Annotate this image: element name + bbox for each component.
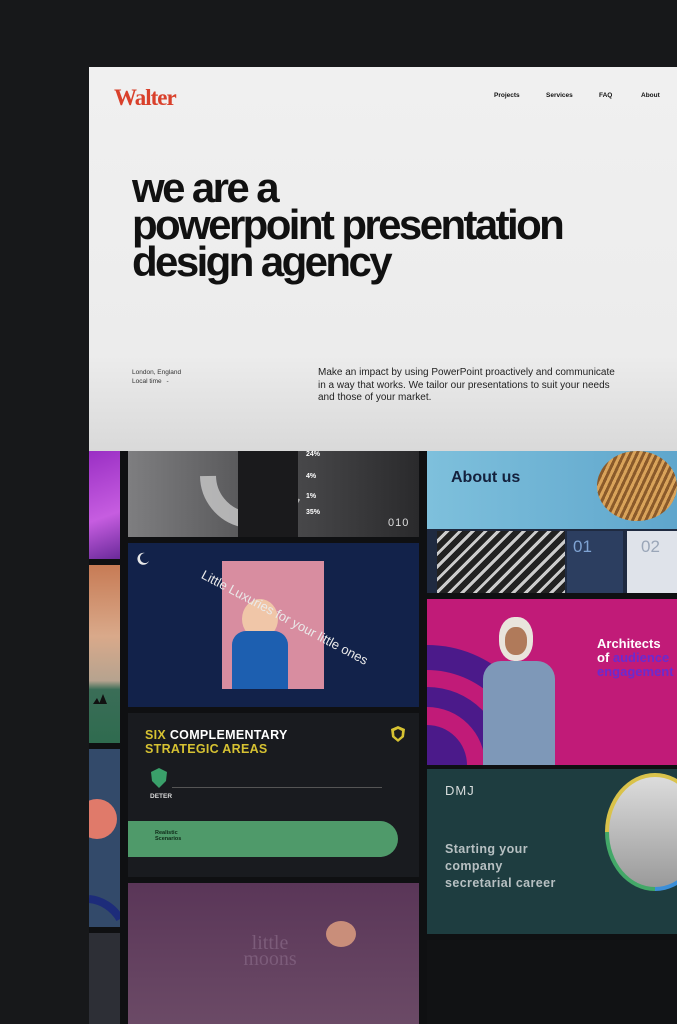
hero-section: Walter Projects Services FAQ About we ar… bbox=[89, 67, 677, 451]
portfolio-tile-strategic[interactable]: SIX COMPLEMENTARY STRATEGIC AREAS DETER … bbox=[128, 713, 419, 877]
portfolio-tile-purple[interactable] bbox=[89, 451, 120, 559]
denim-jacket bbox=[483, 661, 555, 765]
timeline bbox=[172, 787, 382, 788]
face bbox=[505, 627, 527, 655]
title-main: COMPLEMENTARY bbox=[169, 728, 288, 742]
tagline-line-2: company bbox=[445, 859, 503, 873]
title-accent: SIX bbox=[145, 728, 167, 742]
number-2: 02 bbox=[641, 537, 660, 556]
local-time-value: - bbox=[166, 378, 169, 385]
portfolio-tile-luxuries[interactable]: Little Luxuries for your little ones bbox=[128, 543, 419, 707]
portfolio-tile-about[interactable]: About us 01 02 bbox=[427, 451, 677, 593]
portfolio-tile-dmj[interactable]: DMJ Starting your company secretarial ca… bbox=[427, 769, 677, 934]
line-2-accent: audience bbox=[612, 650, 670, 665]
number-card-1: 01 bbox=[567, 531, 623, 593]
strategic-title: SIX COMPLEMENTARY bbox=[145, 728, 288, 742]
line-2-prefix: of bbox=[597, 650, 613, 665]
child-scarf bbox=[232, 631, 288, 689]
architects-line-3: engagement bbox=[597, 664, 674, 679]
about-header: About us bbox=[427, 451, 677, 529]
stat-2: 4% bbox=[306, 473, 317, 480]
stat-3: 1% bbox=[306, 493, 317, 500]
moon-logo-icon bbox=[137, 552, 149, 565]
spiral-architecture-photo bbox=[597, 451, 677, 521]
site-preview: Walter Projects Services FAQ About we ar… bbox=[89, 67, 677, 1024]
nav-about[interactable]: About bbox=[641, 92, 660, 99]
number-card-2: 02 bbox=[627, 531, 677, 593]
scenario-label: Realistic Scenarios bbox=[155, 830, 182, 842]
portfolio-tile-bottom[interactable] bbox=[427, 940, 677, 1024]
local-time: Local time - bbox=[132, 378, 169, 385]
number-1: 01 bbox=[573, 537, 592, 556]
scenario-bar: Realistic Scenarios bbox=[128, 821, 398, 857]
abstract-shapes-icon bbox=[89, 749, 120, 927]
office-photo bbox=[609, 777, 677, 887]
portfolio-tile-sports[interactable] bbox=[89, 565, 120, 743]
portfolio-tile-moons[interactable]: little moons bbox=[128, 883, 419, 1024]
tagline-line-1: Starting your bbox=[445, 842, 528, 856]
portfolio-tile-stats[interactable]: 24% 4% 1% 35% 010 bbox=[128, 451, 419, 537]
architects-line-2: of audience bbox=[597, 651, 674, 665]
woman-photo bbox=[477, 609, 557, 765]
portfolio-tile-architects[interactable]: Architects of audience engagement bbox=[427, 599, 677, 765]
architects-line-1: Architects bbox=[597, 636, 661, 651]
stripes-logo-icon bbox=[93, 694, 107, 704]
slide-page-number: 010 bbox=[388, 517, 410, 529]
dmj-tagline: Starting your company secretarial career bbox=[445, 841, 556, 892]
step-label: DETER bbox=[150, 793, 173, 800]
nav-projects[interactable]: Projects bbox=[494, 92, 520, 99]
building-photo bbox=[437, 531, 565, 593]
local-time-label: Local time bbox=[132, 378, 162, 385]
portfolio-tile-dark[interactable] bbox=[89, 933, 120, 1024]
portfolio-tile-abstract[interactable] bbox=[89, 749, 120, 927]
photo-ring bbox=[605, 773, 677, 891]
mochi-photo bbox=[326, 921, 356, 947]
strategic-subtitle: STRATEGIC AREAS bbox=[145, 742, 268, 756]
nav-services[interactable]: Services bbox=[546, 92, 573, 99]
stat-4: 35% bbox=[306, 509, 321, 516]
nav-faq[interactable]: FAQ bbox=[599, 92, 612, 99]
location-label: London, England bbox=[132, 369, 182, 376]
intro-paragraph: Make an impact by using PowerPoint proac… bbox=[318, 367, 615, 403]
about-title: About us bbox=[451, 469, 521, 486]
architects-heading: Architects of audience engagement bbox=[597, 637, 674, 679]
dmj-logo: DMJ bbox=[445, 783, 475, 798]
moons-logo: little moons bbox=[243, 932, 297, 970]
hero-headline: we are a powerpoint presentation design … bbox=[132, 167, 677, 285]
headline-line-3: design agency bbox=[132, 238, 393, 285]
stat-1: 24% bbox=[306, 451, 321, 458]
shield-badge-icon bbox=[391, 726, 405, 742]
person-silhouette bbox=[238, 451, 298, 537]
walter-logo[interactable]: Walter bbox=[114, 85, 177, 111]
tagline-line-3: secretarial career bbox=[445, 876, 556, 890]
shield-step-icon bbox=[151, 768, 167, 788]
